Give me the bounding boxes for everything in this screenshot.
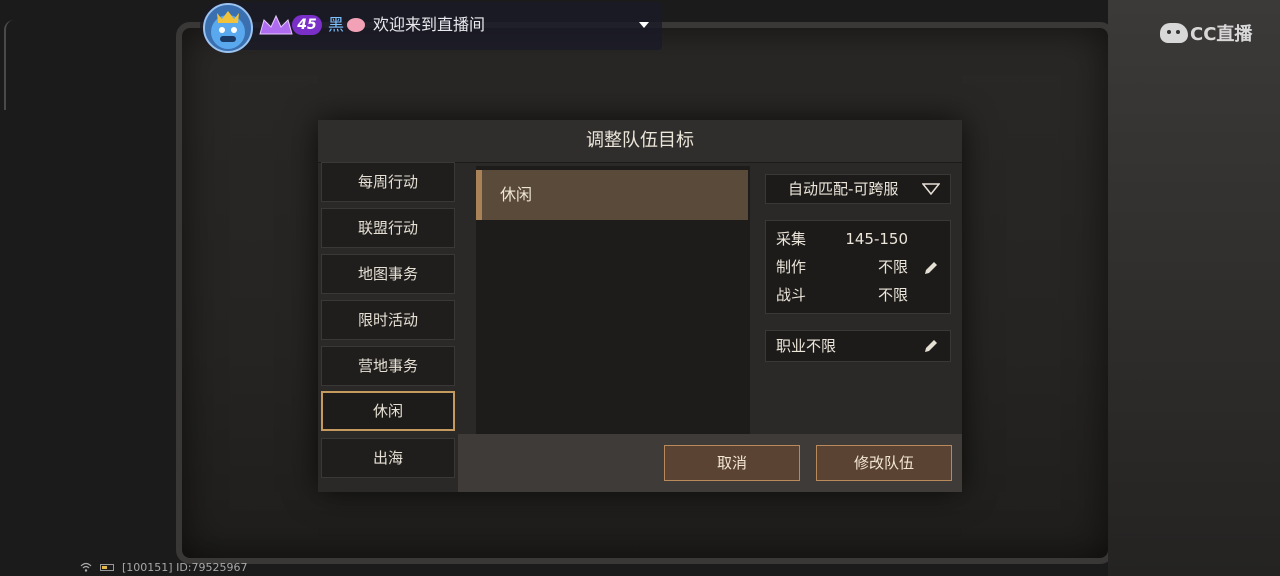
requirement-label: 采集 [776, 230, 807, 248]
category-alliance[interactable]: 联盟行动 [321, 208, 455, 248]
requirement-row: 制作 不限 [776, 256, 946, 278]
category-map[interactable]: 地图事务 [321, 254, 455, 294]
category-camp[interactable]: 营地事务 [321, 346, 455, 386]
requirement-row: 采集 145-150 [776, 228, 946, 250]
requirement-value: 不限 [877, 286, 908, 304]
avatar-mascot-icon [211, 11, 245, 49]
background-scene-right [1108, 0, 1280, 576]
activity-list: 休闲 [476, 166, 750, 434]
requirement-label: 制作 [776, 258, 807, 276]
team-goal-dialog: 调整队伍目标 每周行动 联盟行动 地图事务 限时活动 营地事务 休闲 出海 休闲… [318, 120, 962, 492]
dialog-footer: 取消 修改队伍 [458, 434, 962, 492]
requirement-label: 战斗 [776, 286, 807, 304]
pig-emoji-icon [347, 18, 365, 32]
server-id-text: [100151] ID:79525967 [122, 561, 248, 574]
requirement-value: 不限 [877, 258, 908, 276]
list-item[interactable]: 休闲 [476, 170, 748, 220]
modify-team-button[interactable]: 修改队伍 [816, 445, 952, 481]
user-avatar[interactable] [203, 3, 253, 53]
chevron-down-icon[interactable] [639, 22, 649, 28]
job-filter-value: 职业不限 [776, 337, 837, 355]
edit-pencil-icon[interactable] [922, 337, 940, 355]
wifi-icon [80, 562, 92, 572]
requirement-row: 战斗 不限 [776, 284, 946, 306]
dialog-title: 调整队伍目标 [318, 120, 962, 163]
match-mode-select[interactable]: 自动匹配-可跨服 [765, 174, 951, 204]
logo-text: CC直播 [1190, 24, 1253, 45]
triangle-down-icon [922, 183, 940, 195]
requirements-box: 采集 145-150 制作 不限 战斗 不限 [765, 220, 951, 314]
category-leisure[interactable]: 休闲 [321, 391, 455, 431]
battery-icon [100, 564, 114, 571]
username: 黑 [328, 15, 345, 34]
edit-pencil-icon[interactable] [922, 259, 940, 277]
requirement-value: 145-150 [845, 230, 908, 248]
cc-mascot-icon [1160, 23, 1188, 43]
cancel-button[interactable]: 取消 [664, 445, 800, 481]
user-level-badge: 45 [292, 15, 322, 35]
cc-live-logo: CC直播 [1160, 20, 1252, 46]
match-mode-value: 自动匹配-可跨服 [788, 180, 899, 198]
category-limited[interactable]: 限时活动 [321, 300, 455, 340]
category-weekly[interactable]: 每周行动 [321, 162, 455, 202]
background-decor [4, 20, 14, 110]
category-sea[interactable]: 出海 [321, 438, 455, 478]
job-filter[interactable]: 职业不限 [765, 330, 951, 362]
welcome-message: 欢迎来到直播间 [373, 15, 486, 34]
